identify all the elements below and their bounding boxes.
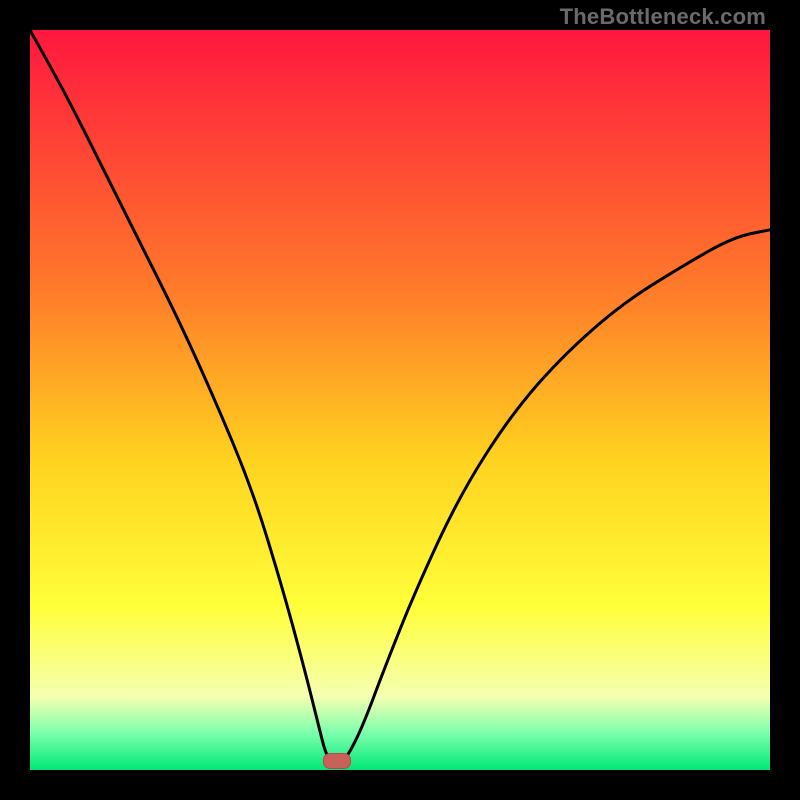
- minimum-marker: [323, 753, 351, 769]
- chart-frame: TheBottleneck.com: [0, 0, 800, 800]
- bottleneck-curve: [30, 30, 770, 770]
- watermark-text: TheBottleneck.com: [560, 4, 766, 30]
- plot-area: [30, 30, 770, 770]
